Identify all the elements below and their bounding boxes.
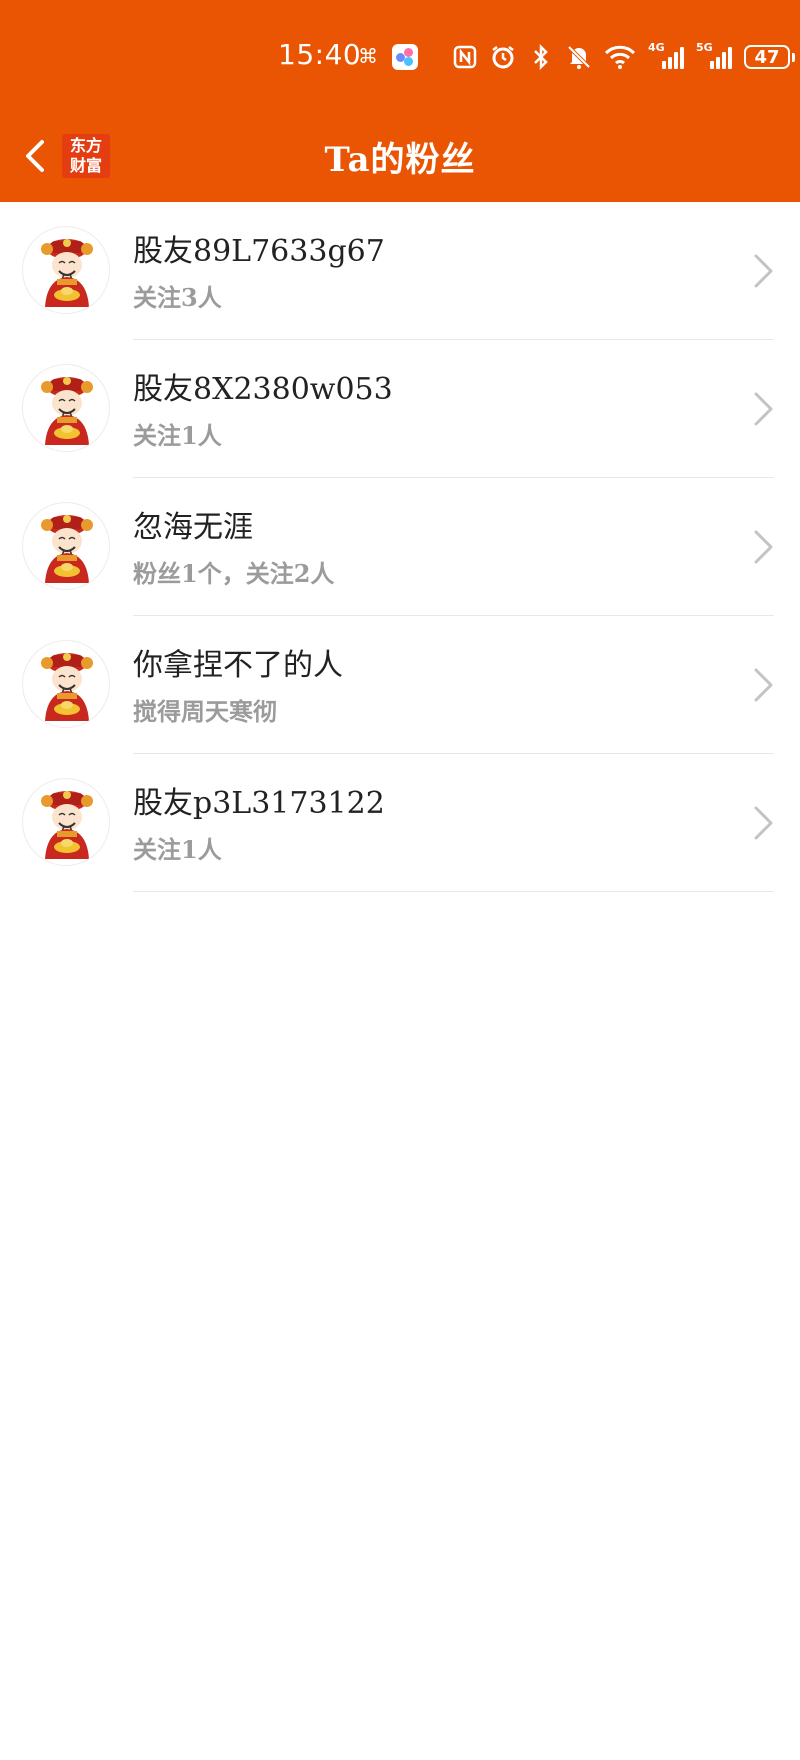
network-type-1: 4G: [648, 41, 665, 54]
fan-subtitle: 关注1人: [133, 421, 222, 450]
chevron-right-icon: [754, 254, 773, 288]
status-time: 15:40: [278, 38, 362, 71]
signal-5g-icon: 5G: [696, 41, 732, 69]
chevron-right-icon: [754, 392, 773, 426]
nfc-icon: [452, 44, 478, 70]
fan-name: 股友89L7633g67: [133, 234, 385, 269]
bluetooth-icon: [528, 44, 554, 70]
fans-list: 股友89L7633g67 关注3人 股友8X2380w053 关注1人 忽海无涯…: [0, 202, 800, 892]
fan-subtitle: 粉丝1个，关注2人: [133, 559, 335, 588]
page-title: Ta的粉丝: [324, 140, 476, 180]
chevron-right-icon: [754, 806, 773, 840]
list-item[interactable]: 股友8X2380w053 关注1人: [0, 340, 800, 478]
fan-subtitle: 搅得周天寒彻: [133, 697, 277, 726]
avatar[interactable]: [22, 502, 110, 590]
signal-4g-icon: 4G: [648, 41, 684, 69]
wifi-icon: [604, 44, 636, 70]
battery-level: 47: [754, 46, 780, 68]
network-type-2: 5G: [696, 41, 713, 54]
battery-tip: [792, 52, 795, 62]
caishen-avatar-icon: [41, 791, 93, 859]
link-icon: ⌘: [358, 44, 378, 68]
nav-bar: 东方 财富 Ta的粉丝: [0, 110, 800, 202]
list-item[interactable]: 忽海无涯 粉丝1个，关注2人: [0, 478, 800, 616]
fan-subtitle: 关注3人: [133, 283, 222, 312]
caishen-avatar-icon: [41, 515, 93, 583]
avatar[interactable]: [22, 364, 110, 452]
battery-icon: 47: [744, 45, 790, 69]
caishen-avatar-icon: [41, 653, 93, 721]
avatar[interactable]: [22, 640, 110, 728]
mute-icon: [566, 44, 592, 70]
status-icons: 4G 5G 47: [452, 41, 795, 72]
list-item[interactable]: 股友89L7633g67 关注3人: [0, 202, 800, 340]
fan-name: 股友p3L3173122: [133, 786, 385, 821]
chevron-right-icon: [754, 530, 773, 564]
avatar[interactable]: [22, 778, 110, 866]
app-icon: [392, 44, 418, 70]
chevron-right-icon: [754, 668, 773, 702]
fan-name: 股友8X2380w053: [133, 372, 393, 407]
alarm-icon: [490, 44, 516, 70]
fan-name: 忽海无涯: [133, 510, 253, 545]
caishen-avatar-icon: [41, 239, 93, 307]
caishen-avatar-icon: [41, 377, 93, 445]
fan-name: 你拿捏不了的人: [133, 648, 343, 683]
list-item[interactable]: 你拿捏不了的人 搅得周天寒彻: [0, 616, 800, 754]
fan-subtitle: 关注1人: [133, 835, 222, 864]
status-bar: 15:40 ⌘ 4G 5G 47: [0, 0, 800, 110]
avatar[interactable]: [22, 226, 110, 314]
divider: [133, 891, 774, 892]
list-item[interactable]: 股友p3L3173122 关注1人: [0, 754, 800, 892]
